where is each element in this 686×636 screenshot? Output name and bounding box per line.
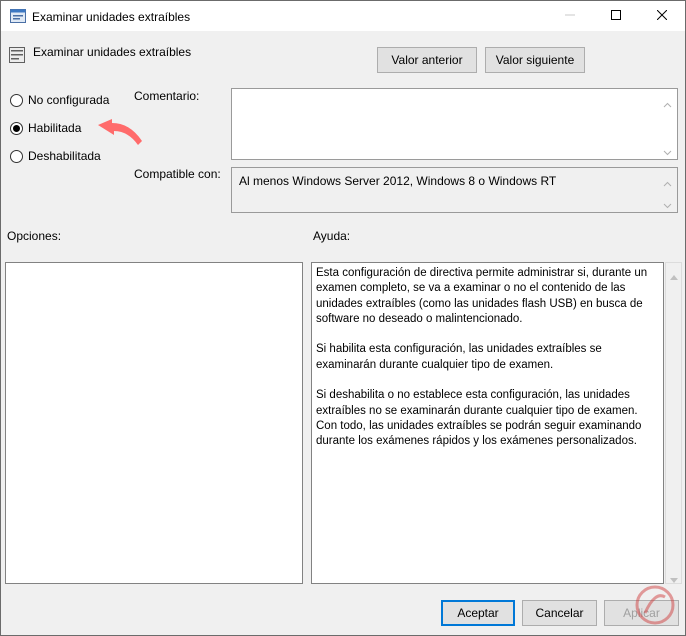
options-label: Opciones: (7, 229, 62, 243)
radio-circle[interactable] (10, 93, 23, 107)
radio-circle-checked[interactable] (10, 121, 23, 135)
ok-button[interactable]: Aceptar (441, 600, 515, 626)
minimize-icon (565, 9, 575, 23)
radio-disabled[interactable]: Deshabilitada (10, 149, 101, 163)
scroll-up-icon[interactable] (670, 269, 678, 280)
comment-textarea[interactable] (231, 88, 678, 160)
maximize-icon (611, 9, 621, 23)
previous-setting-button[interactable]: Valor anterior (377, 47, 477, 73)
chevron-up-icon[interactable] (663, 176, 672, 187)
title-bar: Examinar unidades extraíbles (1, 1, 685, 31)
maximize-button[interactable] (593, 1, 639, 31)
policy-editor-window: Examinar unidades extraíbles Examinar un… (0, 0, 686, 636)
radio-enabled[interactable]: Habilitada (10, 121, 81, 135)
close-icon (656, 9, 668, 23)
chevron-down-icon[interactable] (663, 145, 672, 156)
radio-not-configured[interactable]: No configurada (10, 93, 109, 107)
radio-circle[interactable] (10, 149, 23, 163)
setting-title: Examinar unidades extraíbles (33, 45, 192, 59)
scroll-down-icon[interactable] (670, 572, 678, 583)
annotation-arrow-icon (96, 117, 144, 151)
watermark-logo-icon (627, 583, 683, 631)
minimize-button[interactable] (547, 1, 593, 31)
window-title: Examinar unidades extraíbles (32, 10, 191, 24)
comment-label: Comentario: (134, 89, 200, 103)
options-panel (5, 262, 303, 584)
cancel-button[interactable]: Cancelar (522, 600, 597, 626)
close-button[interactable] (639, 1, 685, 31)
help-text: Esta configuración de directiva permite … (316, 266, 656, 465)
compatible-value: Al menos Windows Server 2012, Windows 8 … (239, 174, 557, 188)
help-paragraph: Si habilita esta configuración, las unid… (316, 343, 602, 371)
radio-label: Habilitada (28, 121, 82, 135)
chevron-up-icon[interactable] (663, 97, 672, 108)
radio-label: No configurada (28, 93, 110, 107)
help-panel: Esta configuración de directiva permite … (311, 262, 664, 584)
compatible-label: Compatible con: (134, 167, 221, 181)
compatible-field: Al menos Windows Server 2012, Windows 8 … (231, 167, 678, 213)
help-paragraph: Si deshabilita o no establece esta confi… (316, 389, 642, 448)
group-policy-icon (10, 9, 26, 23)
help-scrollbar[interactable] (665, 262, 682, 584)
help-paragraph: Esta configuración de directiva permite … (316, 267, 648, 325)
chevron-down-icon[interactable] (663, 198, 672, 209)
help-label: Ayuda: (313, 229, 351, 243)
policy-setting-icon (9, 47, 25, 63)
next-setting-button[interactable]: Valor siguiente (485, 47, 585, 73)
radio-label: Deshabilitada (28, 149, 101, 163)
